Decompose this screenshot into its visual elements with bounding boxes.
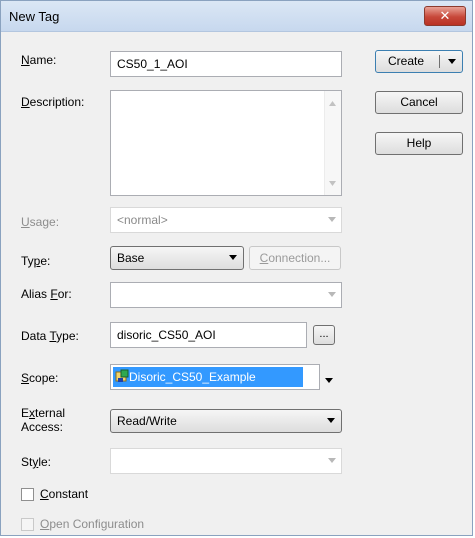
- type-label: Type:: [21, 254, 51, 268]
- split-divider: [439, 55, 440, 68]
- external-access-select[interactable]: Read/Write: [110, 409, 342, 433]
- data-type-label: Data Type:: [21, 329, 79, 343]
- cancel-label: Cancel: [400, 95, 438, 109]
- controller-icon: [115, 369, 129, 382]
- description-scrollbar[interactable]: [324, 91, 341, 195]
- external-access-label-line2: Access:: [21, 420, 64, 434]
- chevron-down-icon: [327, 418, 335, 423]
- alias-for-combo[interactable]: [110, 282, 342, 308]
- new-tag-dialog: New Tag ✕ Name: CS50_1_AOI Description: …: [0, 0, 473, 536]
- scope-selection: Disoric_CS50_Example: [113, 367, 303, 387]
- help-button[interactable]: Help: [375, 132, 463, 155]
- ellipsis-icon: ...: [319, 328, 329, 340]
- chevron-down-icon: [328, 292, 336, 297]
- constant-label[interactable]: Constant: [40, 487, 88, 501]
- name-label: Name:: [21, 53, 57, 67]
- scroll-up-icon[interactable]: [329, 101, 336, 106]
- data-type-value: disoric_CS50_AOI: [117, 328, 216, 342]
- cancel-button[interactable]: Cancel: [375, 91, 463, 114]
- scrollbar-arrows: [329, 101, 336, 186]
- scope-dropdown-icon[interactable]: [325, 378, 333, 383]
- style-combo[interactable]: [110, 448, 342, 474]
- chevron-down-icon: [229, 255, 237, 260]
- open-configuration-label[interactable]: Open Configuration: [40, 517, 144, 531]
- create-dropdown-icon[interactable]: [448, 58, 456, 64]
- dialog-title: New Tag: [9, 9, 60, 24]
- name-input-value: CS50_1_AOI: [117, 57, 188, 71]
- scope-value: Disoric_CS50_Example: [129, 370, 256, 384]
- description-label: Description:: [21, 95, 85, 109]
- alias-for-label: Alias For:: [21, 287, 72, 301]
- chevron-down-icon: [328, 458, 336, 463]
- scroll-down-icon[interactable]: [329, 181, 336, 186]
- create-label: Create: [388, 54, 425, 68]
- type-select[interactable]: Base: [110, 246, 244, 270]
- help-label: Help: [406, 136, 432, 150]
- style-label: Style:: [21, 455, 52, 469]
- usage-combo[interactable]: <normal>: [110, 207, 342, 233]
- data-type-input[interactable]: disoric_CS50_AOI: [110, 322, 307, 348]
- title-bar[interactable]: New Tag ✕: [1, 1, 472, 32]
- name-input[interactable]: CS50_1_AOI: [110, 51, 342, 77]
- constant-checkbox[interactable]: [21, 488, 34, 501]
- open-configuration-checkbox[interactable]: [21, 518, 34, 531]
- create-button[interactable]: Create: [375, 50, 463, 73]
- usage-label: Usage:: [21, 215, 60, 229]
- external-access-label-line1: External: [21, 406, 66, 420]
- close-button[interactable]: ✕: [424, 6, 466, 26]
- scope-combo[interactable]: Disoric_CS50_Example: [110, 364, 320, 390]
- connection-button[interactable]: Connection...: [249, 246, 341, 270]
- description-textarea[interactable]: [110, 90, 342, 196]
- scope-label: Scope:: [21, 371, 59, 385]
- data-type-browse-button[interactable]: ...: [313, 325, 335, 345]
- chevron-down-icon: [328, 217, 336, 222]
- usage-value: <normal>: [117, 213, 168, 227]
- type-value: Base: [117, 251, 145, 265]
- external-access-value: Read/Write: [117, 414, 177, 428]
- close-icon: ✕: [439, 8, 451, 23]
